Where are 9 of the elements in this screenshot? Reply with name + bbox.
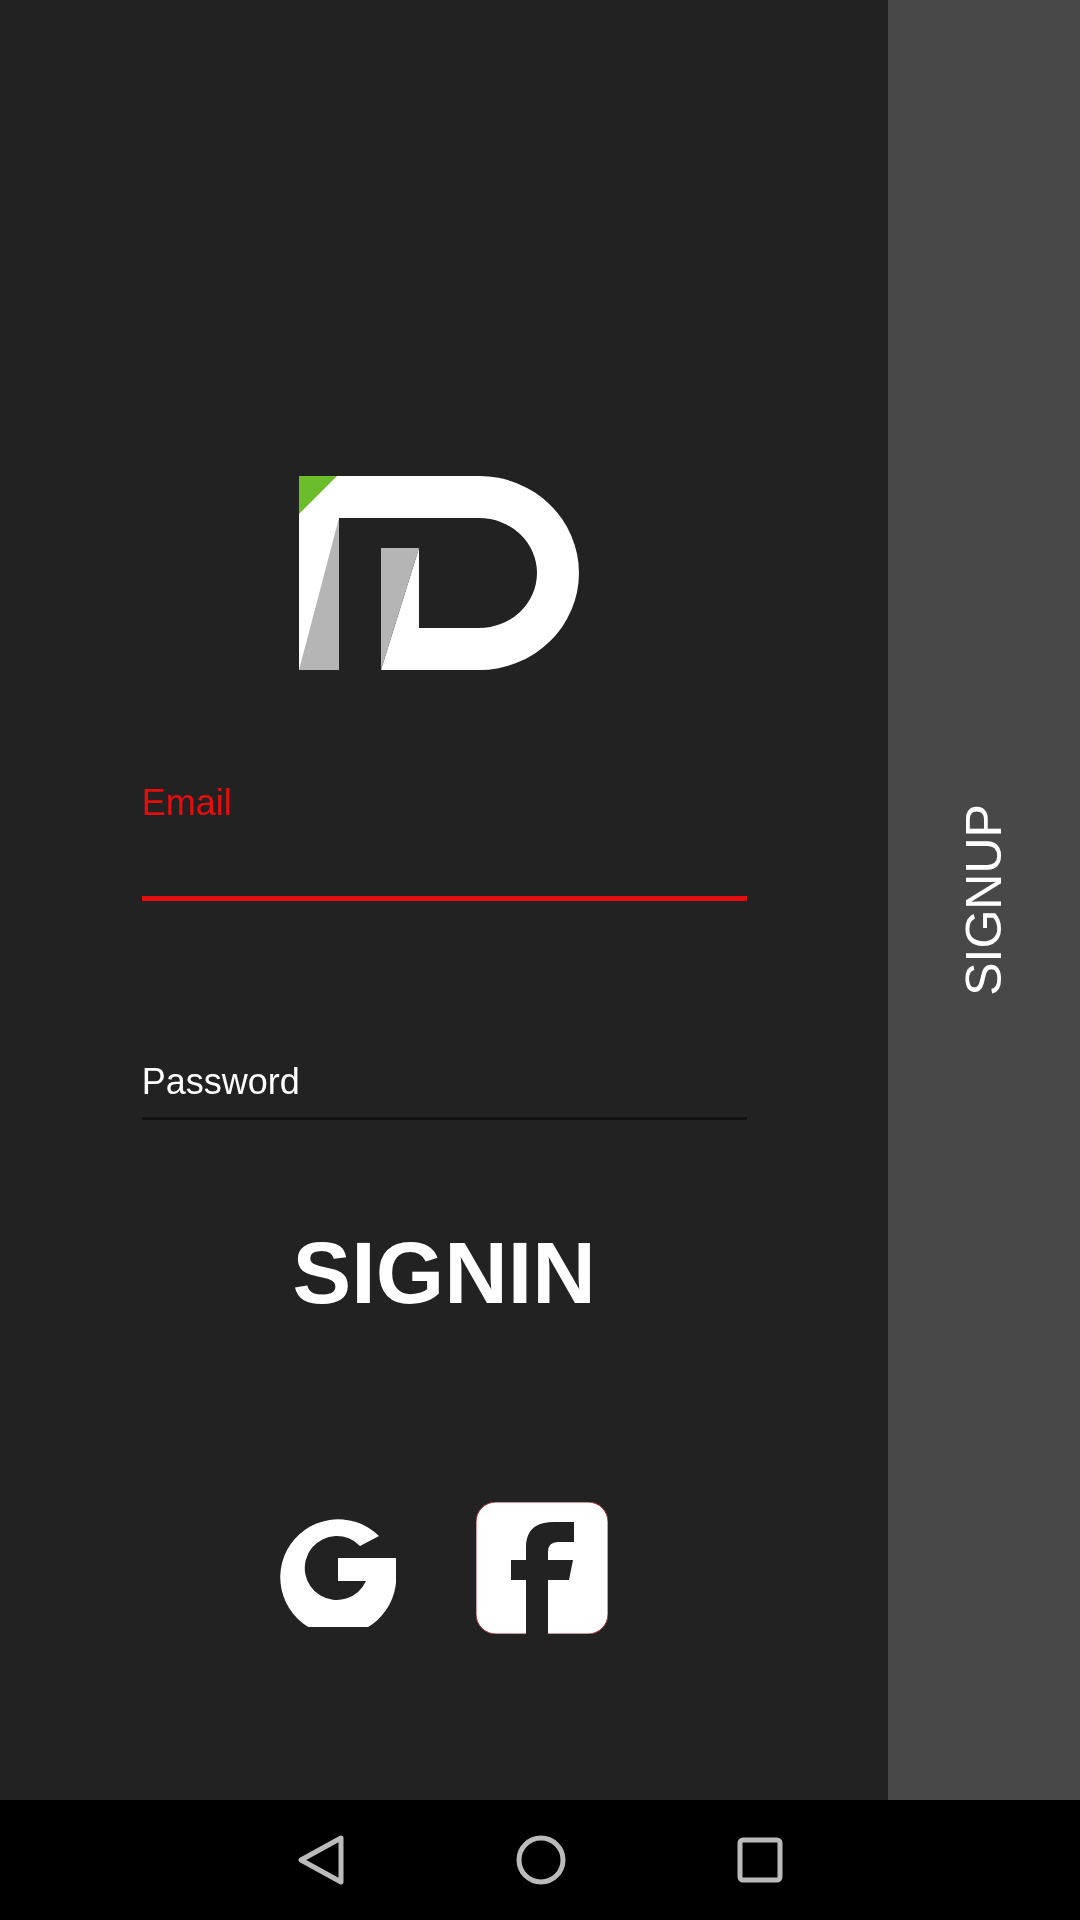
input-field[interactable]: Password xyxy=(141,1061,747,1120)
home-icon[interactable] xyxy=(515,1834,567,1886)
back-icon[interactable] xyxy=(297,1834,345,1886)
signup-tab[interactable]: SIGNUP xyxy=(955,804,1014,996)
recents-icon[interactable] xyxy=(737,1837,783,1883)
field-label: Password xyxy=(141,1061,300,1103)
signin-button[interactable]: SIGNIN xyxy=(292,1222,596,1324)
facebook-icon[interactable] xyxy=(476,1502,609,1634)
field-label: Email xyxy=(141,782,232,824)
